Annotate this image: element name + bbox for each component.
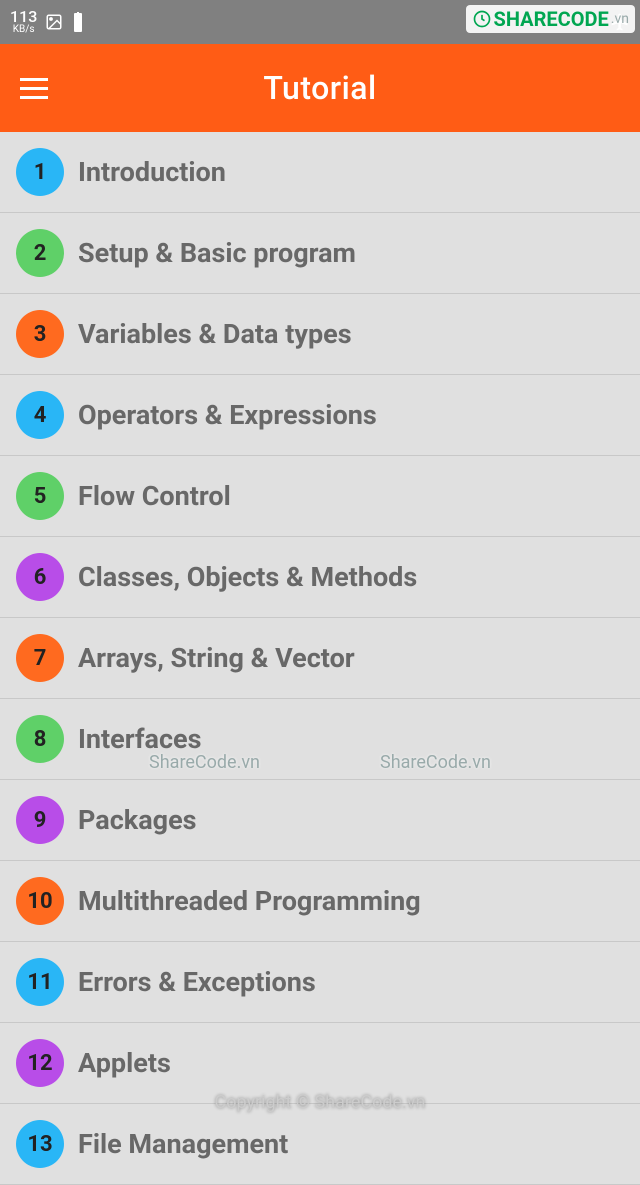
list-item-badge: 3: [16, 310, 64, 358]
list-item-label: Interfaces: [78, 723, 202, 755]
list-item-badge: 6: [16, 553, 64, 601]
list-item[interactable]: 4 Operators & Expressions: [0, 375, 640, 456]
image-icon: [45, 13, 63, 31]
list-item-label: Operators & Expressions: [78, 399, 377, 431]
list-item-label: Flow Control: [78, 480, 231, 512]
list-item-label: Variables & Data types: [78, 318, 352, 350]
watermark-domain: .vn: [611, 11, 629, 27]
network-speed: 113 KB/s: [10, 9, 37, 35]
list-item[interactable]: 6 Classes, Objects & Methods: [0, 537, 640, 618]
list-item-badge: 10: [16, 877, 64, 925]
watermark-text: SHARECODE: [494, 7, 609, 31]
list-item[interactable]: 1 Introduction: [0, 132, 640, 213]
list-item-badge: 13: [16, 1120, 64, 1168]
list-item-badge: 8: [16, 715, 64, 763]
list-item-label: Classes, Objects & Methods: [78, 561, 417, 593]
list-item-label: Arrays, String & Vector: [78, 642, 355, 674]
list-item-badge: 11: [16, 958, 64, 1006]
list-item-label: File Management: [78, 1128, 288, 1160]
list-item-label: Packages: [78, 804, 197, 836]
speed-unit: KB/s: [13, 25, 35, 35]
list-item-badge: 12: [16, 1039, 64, 1087]
list-item-badge: 1: [16, 148, 64, 196]
list-item-label: Multithreaded Programming: [78, 885, 421, 917]
status-left: 113 KB/s: [10, 9, 85, 35]
tutorial-list[interactable]: 1 Introduction 2 Setup & Basic program 3 Vari…: [0, 132, 640, 1185]
list-item-badge: 7: [16, 634, 64, 682]
list-item-badge: 9: [16, 796, 64, 844]
toolbar: Tutorial: [0, 44, 640, 132]
list-item[interactable]: 7 Arrays, String & Vector: [0, 618, 640, 699]
list-item[interactable]: 3 Variables & Data types: [0, 294, 640, 375]
speed-value: 113: [10, 9, 37, 25]
list-item[interactable]: 5 Flow Control: [0, 456, 640, 537]
list-item[interactable]: 13 File Management: [0, 1104, 640, 1185]
battery-saver-icon: [71, 12, 85, 32]
list-item-label: Errors & Exceptions: [78, 966, 316, 998]
list-item[interactable]: 12 Applets: [0, 1023, 640, 1104]
list-item[interactable]: 8 Interfaces: [0, 699, 640, 780]
list-item-label: Applets: [78, 1047, 171, 1079]
list-item-badge: 5: [16, 472, 64, 520]
list-item[interactable]: 2 Setup & Basic program: [0, 213, 640, 294]
list-item-badge: 2: [16, 229, 64, 277]
watermark-brand: SHARECODE.vn: [466, 5, 635, 33]
list-item[interactable]: 10 Multithreaded Programming: [0, 861, 640, 942]
page-title: Tutorial: [0, 69, 640, 107]
list-item[interactable]: 11 Errors & Exceptions: [0, 942, 640, 1023]
list-item-label: Setup & Basic program: [78, 237, 356, 269]
menu-icon[interactable]: [20, 78, 48, 99]
list-item-badge: 4: [16, 391, 64, 439]
list-item-label: Introduction: [78, 156, 226, 188]
list-item[interactable]: 9 Packages: [0, 780, 640, 861]
